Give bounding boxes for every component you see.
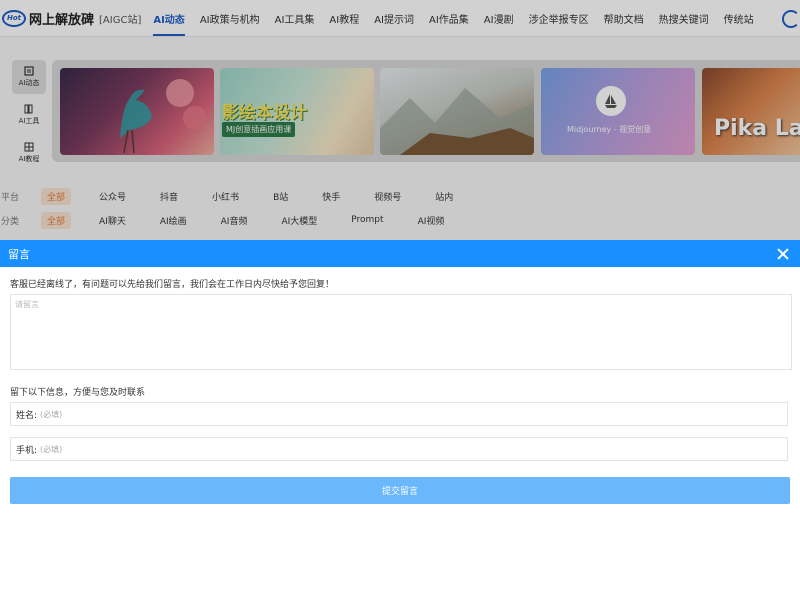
offline-notice: 客服已经离线了，有问题可以先给我们留言，我们会在工作日内尽快给予您回复！ <box>10 280 335 290</box>
modal-header: 留言 <box>0 240 800 267</box>
phone-input[interactable] <box>37 444 741 454</box>
message-modal: 留言 客服已经离线了，有问题可以先给我们留言，我们会在工作日内尽快给予您回复！ … <box>0 240 800 600</box>
submit-message-button[interactable]: 提交留言 <box>10 477 790 504</box>
name-field[interactable]: 姓名: <box>10 402 788 426</box>
phone-field[interactable]: 手机: <box>10 437 788 461</box>
name-label: 姓名: <box>16 410 38 421</box>
contact-info-label: 留下以下信息，方便与您及时联系 <box>10 388 146 398</box>
name-input[interactable] <box>37 409 741 419</box>
phone-label: 手机: <box>16 445 38 456</box>
modal-title: 留言 <box>8 247 30 261</box>
close-icon[interactable] <box>776 247 790 261</box>
message-textarea[interactable] <box>10 294 792 370</box>
